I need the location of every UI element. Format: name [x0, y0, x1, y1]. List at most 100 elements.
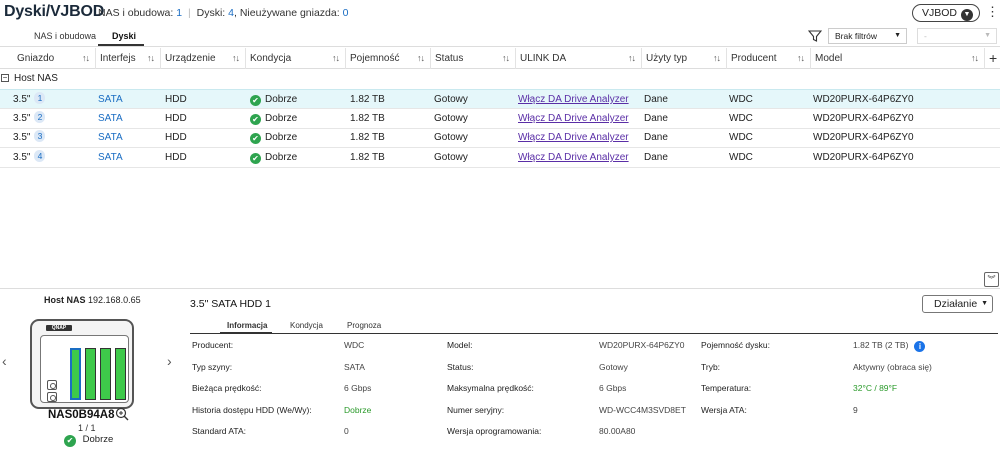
sort-icon[interactable]: ↑↓: [713, 48, 721, 69]
caret-down-icon: ▼: [984, 32, 991, 39]
sort-icon[interactable]: ↑↓: [332, 48, 340, 69]
sort-icon[interactable]: ↑↓: [502, 48, 510, 69]
column-header-status[interactable]: Status ↑↓: [431, 48, 516, 69]
capacity-cell: 1.82 TB: [350, 152, 385, 163]
drive-bay-2[interactable]: [85, 348, 96, 400]
enable-da-link[interactable]: Włącz DA Drive Analyzer: [518, 109, 629, 129]
health-cell: ✔ Dobrze: [250, 128, 297, 148]
slot-cell: 3.5" 3: [13, 128, 46, 148]
device-cell: HDD: [165, 113, 187, 124]
history-value: Dobrze: [344, 405, 372, 415]
sort-icon[interactable]: ↑↓: [797, 48, 805, 69]
temperature-value: 32°C / 89°F: [853, 383, 898, 393]
health-cell: ✔ Dobrze: [250, 90, 297, 110]
table-row[interactable]: 3.5" 3 SATA HDD ✔ Dobrze 1.82 TB Gotowy Wł…: [0, 128, 1000, 148]
nas-panel-title: Host NAS 192.168.0.65: [44, 295, 141, 305]
tab-nas-enclosure[interactable]: NAS i obudowa: [34, 31, 96, 41]
column-label: Kondycja: [250, 53, 292, 64]
top-bar: Dyski/VJBOD NAS i obudowa: 1 | Dyski: 4,…: [0, 0, 1000, 26]
group-row[interactable]: − Host NAS: [0, 69, 1000, 88]
usb-button-icon: [47, 392, 57, 402]
slot-cell: 3.5" 1: [13, 90, 46, 110]
active-tab-indicator: [98, 44, 144, 46]
info-icon[interactable]: i: [914, 341, 926, 352]
power-button-icon: [47, 380, 57, 390]
sort-icon[interactable]: ↑↓: [417, 48, 425, 69]
check-circle-icon: ✔: [64, 435, 76, 447]
status-cell: Gotowy: [434, 94, 468, 105]
column-label: ULINK DA: [520, 53, 567, 64]
model-cell: WD20PURX-64P6ZY0: [813, 94, 914, 105]
filter-select[interactable]: Brak filtrów ▼: [828, 28, 907, 44]
sort-icon[interactable]: ↑↓: [82, 48, 90, 69]
tab-forecast[interactable]: Prognoza: [347, 321, 381, 330]
table-row[interactable]: 3.5" 4 SATA HDD ✔ Dobrze 1.82 TB Gotowy Wł…: [0, 148, 1000, 168]
action-button[interactable]: Działanie ▼: [922, 295, 993, 313]
slot-label: 3.5": [13, 113, 31, 124]
chevron-left-icon[interactable]: ‹: [2, 353, 7, 369]
action-button-label: Działanie: [934, 298, 978, 310]
status-cell: Gotowy: [434, 113, 468, 124]
enable-da-link[interactable]: Włącz DA Drive Analyzer: [518, 148, 629, 168]
vjbod-button[interactable]: VJBOD ▼: [911, 4, 980, 22]
health-cell: ✔ Dobrze: [250, 148, 297, 168]
enable-da-link[interactable]: Włącz DA Drive Analyzer: [518, 128, 629, 148]
nas-device-image[interactable]: QNAP: [30, 319, 134, 409]
health-cell: ✔ Dobrze: [250, 109, 297, 129]
column-header-model[interactable]: Model ↑↓: [811, 48, 985, 69]
column-header-slot[interactable]: Gniazdo ↑↓: [0, 48, 96, 69]
firmware-value: 80.00A80: [599, 426, 636, 436]
tab-health[interactable]: Kondycja: [290, 321, 323, 330]
drive-bay-1[interactable]: [70, 348, 81, 400]
column-header-vendor[interactable]: Producent ↑↓: [727, 48, 811, 69]
status-value: Gotowy: [599, 362, 628, 372]
column-label: Status: [435, 53, 464, 64]
slot-cell: 3.5" 2: [13, 109, 46, 129]
more-options-icon[interactable]: ⋮: [986, 5, 999, 21]
health-label: Dobrze: [265, 132, 298, 143]
column-header-capacity[interactable]: Pojemność ↑↓: [346, 48, 431, 69]
chevron-right-icon[interactable]: ›: [167, 353, 172, 369]
slot-label: 3.5": [13, 94, 31, 105]
sort-icon[interactable]: ↑↓: [232, 48, 240, 69]
sort-icon[interactable]: ↑↓: [971, 48, 979, 69]
collapse-panel-icon[interactable]: ︾: [984, 272, 999, 287]
tab-disks[interactable]: Dyski: [112, 31, 136, 41]
interface-cell: SATA: [98, 94, 123, 105]
zoom-in-icon[interactable]: [115, 407, 129, 421]
sort-icon[interactable]: ↑↓: [147, 48, 155, 69]
filter-value-select[interactable]: - ▼: [917, 28, 997, 44]
column-header-ulink[interactable]: ULINK DA ↑↓: [516, 48, 642, 69]
summary-nas-label: NAS i obudowa:: [98, 7, 174, 19]
model-cell: WD20PURX-64P6ZY0: [813, 152, 914, 163]
vendor-cell: WDC: [729, 94, 753, 105]
mode-label: Tryb:: [701, 362, 721, 372]
column-header-health[interactable]: Kondycja ↑↓: [246, 48, 346, 69]
table-row[interactable]: 3.5" 1 SATA HDD ✔ Dobrze 1.82 TB Gotowy Wł…: [0, 89, 1000, 109]
add-column-icon[interactable]: +: [989, 51, 997, 65]
column-header-interface[interactable]: Interfejs ↑↓: [96, 48, 161, 69]
column-header-device[interactable]: Urządzenie ↑↓: [161, 48, 246, 69]
bus-value: SATA: [344, 362, 365, 372]
summary-unused-count: 0: [342, 7, 349, 19]
history-label: Historia dostępu HDD (We/Wy):: [192, 405, 312, 415]
column-label: Gniazdo: [17, 53, 55, 64]
page-title: Dyski/VJBOD: [4, 3, 105, 20]
table-row[interactable]: 3.5" 2 SATA HDD ✔ Dobrze 1.82 TB Gotowy Wł…: [0, 109, 1000, 129]
sort-icon[interactable]: ↑↓: [628, 48, 636, 69]
filter-icon[interactable]: [808, 29, 822, 43]
summary-nas-count: 1: [176, 7, 183, 19]
enable-da-link[interactable]: Włącz DA Drive Analyzer: [518, 90, 629, 110]
drive-bay-3[interactable]: [100, 348, 111, 400]
tab-information[interactable]: Informacja: [227, 321, 267, 330]
used-type-cell: Dane: [644, 132, 668, 143]
used-type-cell: Dane: [644, 113, 668, 124]
device-cell: HDD: [165, 152, 187, 163]
disk-title: 3.5" SATA HDD 1: [190, 298, 271, 310]
check-circle-icon: ✔: [250, 133, 261, 144]
group-label: Host NAS: [14, 73, 58, 84]
drive-bay-4[interactable]: [115, 348, 126, 400]
collapse-icon[interactable]: −: [1, 74, 9, 82]
column-header-used-type[interactable]: Użyty typ ↑↓: [642, 48, 727, 69]
summary-disks-label: Dyski:: [196, 7, 226, 19]
